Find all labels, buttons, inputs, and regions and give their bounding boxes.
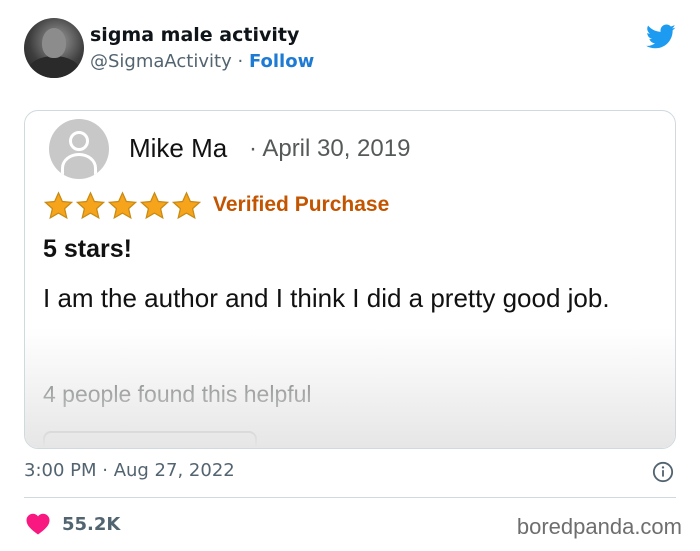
reviewer-avatar-body [61,153,97,179]
review-title: 5 stars! [43,235,132,263]
source-watermark: boredpanda.com [516,514,682,539]
review-body: I am the author and I think I did a pret… [43,283,610,313]
star-icon [171,191,202,220]
star-icon [139,191,170,220]
like-count: 55.2K [62,513,121,535]
avatar-shoulders [28,56,80,78]
star-icon [107,191,138,220]
user-handle[interactable]: @SigmaActivity [90,51,232,72]
star-icon [75,191,106,220]
info-icon[interactable] [652,461,674,483]
reviewer-avatar [49,119,109,179]
profile-avatar[interactable] [24,18,84,78]
handle-line: @SigmaActivity · Follow [90,51,314,72]
tweet-header: sigma male activity @SigmaActivity · Fol… [24,18,676,80]
twitter-bird-icon[interactable] [646,24,676,50]
verified-purchase-label: Verified Purchase [213,193,390,216]
like-action[interactable]: 55.2K [26,513,120,535]
divider [24,497,676,498]
helpful-count: 4 people found this helpful [43,381,312,407]
handle-separator: · [237,51,244,72]
star-rating [43,191,202,221]
star-icon [43,191,74,220]
reviewer-name: Mike Ma [129,133,228,163]
review-screenshot: Mike Ma · April 30, 2019 Verified Purcha… [24,110,676,449]
review-date: · April 30, 2019 [249,135,411,162]
helpful-button [43,431,257,448]
display-name[interactable]: sigma male activity [90,24,299,46]
avatar-face [42,28,66,58]
tweet-timestamp[interactable]: 3:00 PM · Aug 27, 2022 [24,460,235,481]
follow-button[interactable]: Follow [249,51,314,72]
reviewer-avatar-head [69,131,89,151]
heart-icon[interactable] [26,513,50,535]
